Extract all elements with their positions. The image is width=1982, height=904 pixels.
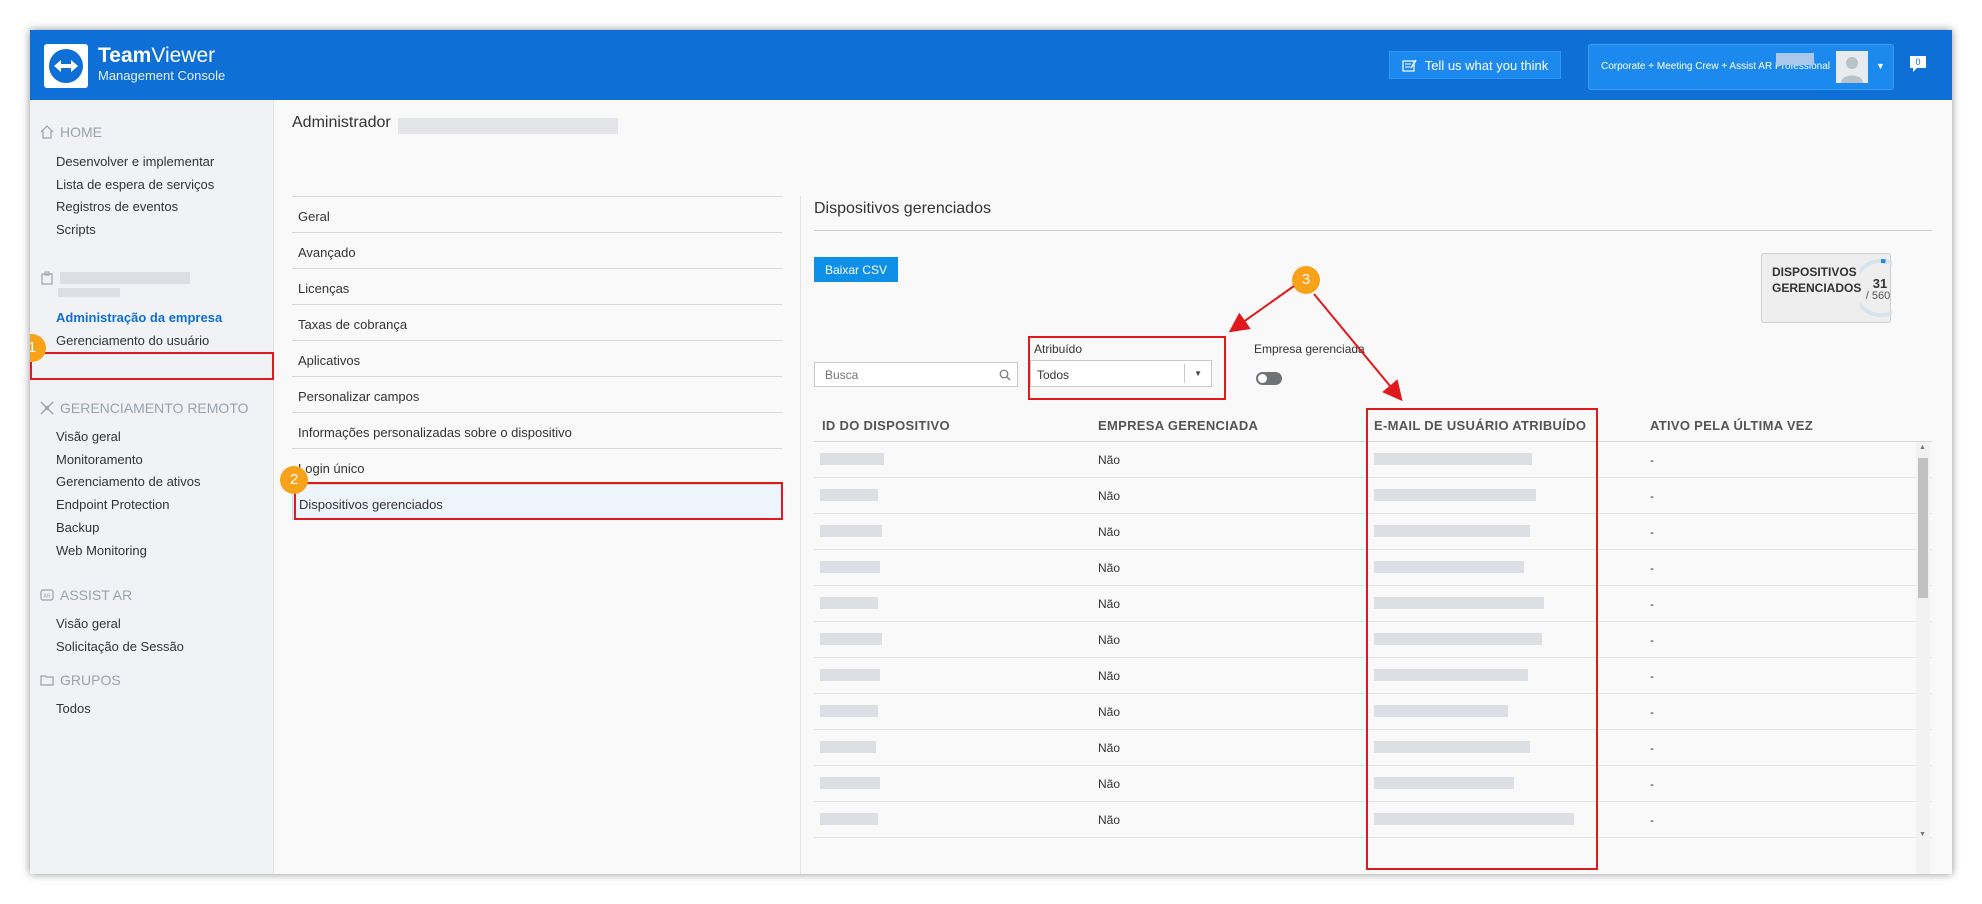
annotation-arrows [1228, 285, 1403, 402]
app-window: TeamViewer Management Console Tell us wh… [30, 30, 1952, 874]
